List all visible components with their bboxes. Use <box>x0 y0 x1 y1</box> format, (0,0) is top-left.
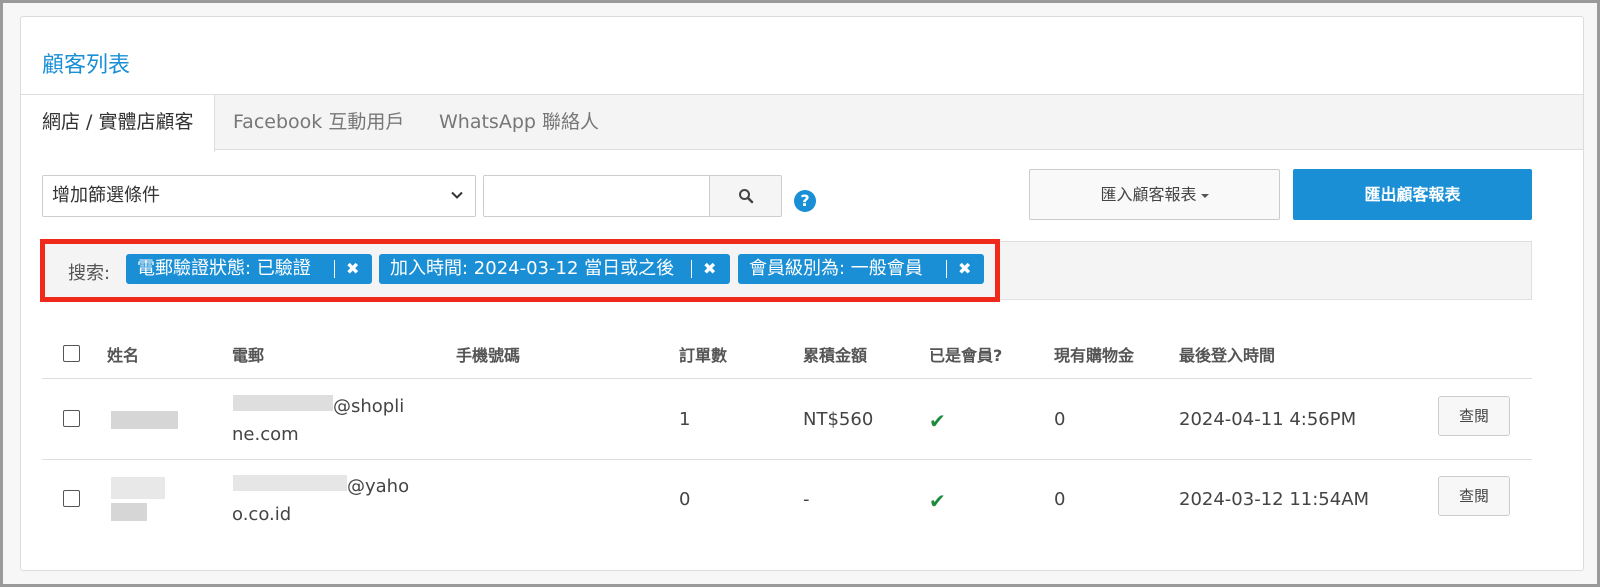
column-header-email[interactable]: 電郵 <box>232 342 264 366</box>
import-report-label: 匯入顧客報表 <box>1100 185 1197 204</box>
customer-list-panel: 顧客列表 網店 / 實體店顧客 Facebook 互動用戶 WhatsApp 聯… <box>20 16 1584 571</box>
checkmark-icon: ✔ <box>929 409 946 433</box>
column-header-orders[interactable]: 訂單數 <box>679 342 727 366</box>
row-checkbox[interactable] <box>63 490 80 507</box>
filters-highlight-box <box>40 239 1000 302</box>
last-login-time: 2024-04-11 4:56PM <box>1179 409 1357 430</box>
search-button[interactable] <box>709 175 782 217</box>
page-title: 顧客列表 <box>42 53 131 78</box>
last-login-time: 2024-03-12 11:54AM <box>1179 489 1370 510</box>
column-header-name[interactable]: 姓名 <box>107 342 139 366</box>
orders-count: 1 <box>679 409 691 430</box>
checkmark-icon: ✔ <box>929 489 946 513</box>
total-amount: - <box>803 489 810 510</box>
select-all-checkbox[interactable] <box>63 345 80 362</box>
orders-count: 0 <box>679 489 691 510</box>
store-credit: 0 <box>1054 409 1066 430</box>
view-button[interactable]: 查閱 <box>1438 396 1510 436</box>
tab-bar: 網店 / 實體店顧客 Facebook 互動用戶 WhatsApp 聯絡人 <box>21 94 1583 152</box>
total-amount: NT$560 <box>803 409 874 430</box>
table-divider <box>42 459 1532 460</box>
blurred-customer-name <box>111 411 178 429</box>
search-input[interactable] <box>483 175 710 217</box>
email-text: o.co.id <box>232 504 292 525</box>
add-filter-select[interactable]: 增加篩選條件 <box>42 175 476 217</box>
blurred-customer-name <box>111 503 147 521</box>
blurred-email-local <box>233 395 333 411</box>
search-icon <box>738 189 753 204</box>
blurred-email-local <box>233 475 347 491</box>
column-header-total-amount[interactable]: 累積金額 <box>803 342 867 366</box>
chevron-down-icon <box>451 191 463 199</box>
help-icon[interactable]: ? <box>794 190 816 212</box>
export-report-button[interactable]: 匯出顧客報表 <box>1293 169 1532 220</box>
add-filter-select-value: 增加篩選條件 <box>52 185 160 206</box>
email-text: @yaho <box>347 476 410 497</box>
tab-facebook-users[interactable]: Facebook 互動用戶 <box>233 95 404 151</box>
store-credit: 0 <box>1054 489 1066 510</box>
tab-online-offline-customers[interactable]: 網店 / 實體店顧客 <box>21 95 216 152</box>
caret-down-icon <box>1200 193 1209 198</box>
email-text: @shopli <box>333 396 405 417</box>
column-header-store-credit[interactable]: 現有購物金 <box>1054 342 1134 366</box>
import-report-button[interactable]: 匯入顧客報表 <box>1029 169 1280 220</box>
view-button[interactable]: 查閱 <box>1438 476 1510 516</box>
column-header-phone[interactable]: 手機號碼 <box>456 342 520 366</box>
column-header-last-login[interactable]: 最後登入時間 <box>1179 342 1275 366</box>
tab-whatsapp-contacts[interactable]: WhatsApp 聯絡人 <box>439 95 599 151</box>
table-divider <box>42 378 1532 379</box>
column-header-is-member[interactable]: 已是會員? <box>929 342 1002 366</box>
email-text: ne.com <box>232 424 299 445</box>
row-checkbox[interactable] <box>63 410 80 427</box>
blurred-customer-name <box>111 477 165 499</box>
